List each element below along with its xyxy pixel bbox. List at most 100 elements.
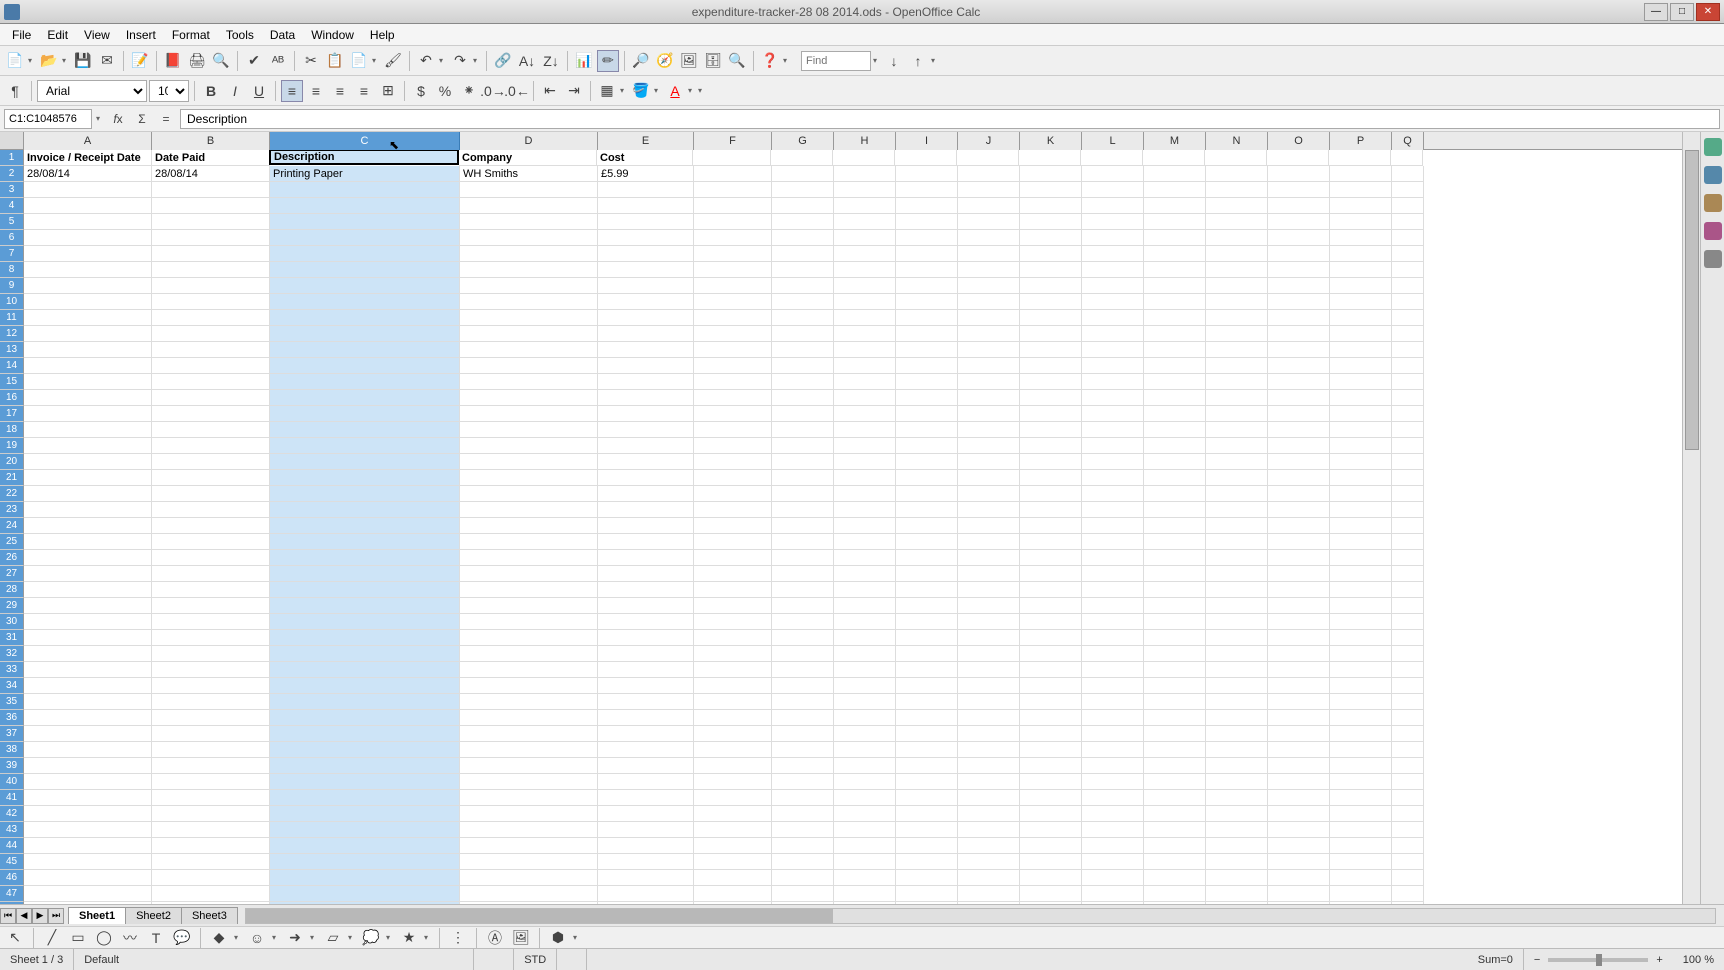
cell-M35[interactable]: [1144, 694, 1206, 710]
cell-N34[interactable]: [1206, 678, 1268, 694]
cell-C10[interactable]: [270, 294, 460, 310]
cell-I28[interactable]: [896, 582, 958, 598]
cell-H1[interactable]: [833, 150, 895, 166]
cell-D36[interactable]: [460, 710, 598, 726]
row-header-11[interactable]: 11: [0, 310, 24, 326]
cell-I44[interactable]: [896, 838, 958, 854]
row-header-17[interactable]: 17: [0, 406, 24, 422]
arrow-shapes-button[interactable]: ➜: [284, 927, 306, 949]
cell-N13[interactable]: [1206, 342, 1268, 358]
line-tool-button[interactable]: ╱: [41, 927, 63, 949]
cell-G40[interactable]: [772, 774, 834, 790]
cell-M1[interactable]: [1143, 150, 1205, 166]
cell-C42[interactable]: [270, 806, 460, 822]
cell-J28[interactable]: [958, 582, 1020, 598]
menu-help[interactable]: Help: [362, 25, 403, 45]
cell-H9[interactable]: [834, 278, 896, 294]
cell-H4[interactable]: [834, 198, 896, 214]
cell-O32[interactable]: [1268, 646, 1330, 662]
cell-O4[interactable]: [1268, 198, 1330, 214]
cell-C4[interactable]: [270, 198, 460, 214]
cell-O38[interactable]: [1268, 742, 1330, 758]
cell-C22[interactable]: [270, 486, 460, 502]
cell-F30[interactable]: [694, 614, 772, 630]
row-header-37[interactable]: 37: [0, 726, 24, 742]
star-shapes-dropdown[interactable]: ▾: [424, 933, 432, 942]
cell-L12[interactable]: [1082, 326, 1144, 342]
menu-data[interactable]: Data: [262, 25, 303, 45]
cell-C8[interactable]: [270, 262, 460, 278]
cell-B9[interactable]: [152, 278, 270, 294]
cell-K43[interactable]: [1020, 822, 1082, 838]
cell-B6[interactable]: [152, 230, 270, 246]
cell-E48[interactable]: [598, 902, 694, 904]
row-header-26[interactable]: 26: [0, 550, 24, 566]
cell-C38[interactable]: [270, 742, 460, 758]
cell-M25[interactable]: [1144, 534, 1206, 550]
cell-B33[interactable]: [152, 662, 270, 678]
cell-I38[interactable]: [896, 742, 958, 758]
cell-Q38[interactable]: [1392, 742, 1424, 758]
cell-F48[interactable]: [694, 902, 772, 904]
vertical-scroll-thumb[interactable]: [1685, 150, 1699, 450]
cell-I25[interactable]: [896, 534, 958, 550]
cell-A7[interactable]: [24, 246, 152, 262]
cell-Q19[interactable]: [1392, 438, 1424, 454]
cell-A32[interactable]: [24, 646, 152, 662]
cell-A40[interactable]: [24, 774, 152, 790]
cell-K7[interactable]: [1020, 246, 1082, 262]
cell-P40[interactable]: [1330, 774, 1392, 790]
cell-C1[interactable]: Description: [269, 150, 459, 165]
cell-B26[interactable]: [152, 550, 270, 566]
cell-E46[interactable]: [598, 870, 694, 886]
cell-M3[interactable]: [1144, 182, 1206, 198]
cell-C29[interactable]: [270, 598, 460, 614]
col-header-J[interactable]: J: [958, 132, 1020, 150]
cell-G21[interactable]: [772, 470, 834, 486]
cell-E32[interactable]: [598, 646, 694, 662]
cell-K45[interactable]: [1020, 854, 1082, 870]
cell-N21[interactable]: [1206, 470, 1268, 486]
cell-J44[interactable]: [958, 838, 1020, 854]
cell-A6[interactable]: [24, 230, 152, 246]
find-button[interactable]: 🔎: [630, 50, 652, 72]
cell-J13[interactable]: [958, 342, 1020, 358]
cell-J40[interactable]: [958, 774, 1020, 790]
cell-K46[interactable]: [1020, 870, 1082, 886]
row-header-13[interactable]: 13: [0, 342, 24, 358]
cell-I17[interactable]: [896, 406, 958, 422]
cell-C15[interactable]: [270, 374, 460, 390]
sidebar-navigator-icon[interactable]: [1704, 222, 1722, 240]
undo-dropdown[interactable]: ▾: [439, 56, 447, 65]
cell-E2[interactable]: £5.99: [598, 166, 694, 182]
cell-D31[interactable]: [460, 630, 598, 646]
cell-P48[interactable]: [1330, 902, 1392, 904]
cell-D3[interactable]: [460, 182, 598, 198]
cell-F8[interactable]: [694, 262, 772, 278]
cell-P13[interactable]: [1330, 342, 1392, 358]
cell-C48[interactable]: [270, 902, 460, 904]
cell-G31[interactable]: [772, 630, 834, 646]
cell-I46[interactable]: [896, 870, 958, 886]
cell-Q29[interactable]: [1392, 598, 1424, 614]
cell-P14[interactable]: [1330, 358, 1392, 374]
menu-view[interactable]: View: [76, 25, 118, 45]
cell-C16[interactable]: [270, 390, 460, 406]
cell-H29[interactable]: [834, 598, 896, 614]
cell-H2[interactable]: [834, 166, 896, 182]
cell-I6[interactable]: [896, 230, 958, 246]
cell-Q22[interactable]: [1392, 486, 1424, 502]
cell-Q26[interactable]: [1392, 550, 1424, 566]
cell-I33[interactable]: [896, 662, 958, 678]
cell-L22[interactable]: [1082, 486, 1144, 502]
cell-G41[interactable]: [772, 790, 834, 806]
cell-B22[interactable]: [152, 486, 270, 502]
cell-N41[interactable]: [1206, 790, 1268, 806]
cell-N46[interactable]: [1206, 870, 1268, 886]
cell-O31[interactable]: [1268, 630, 1330, 646]
cell-N33[interactable]: [1206, 662, 1268, 678]
spellcheck-button[interactable]: ✔: [243, 50, 265, 72]
cell-C13[interactable]: [270, 342, 460, 358]
ellipse-tool-button[interactable]: ◯: [93, 927, 115, 949]
cell-B31[interactable]: [152, 630, 270, 646]
